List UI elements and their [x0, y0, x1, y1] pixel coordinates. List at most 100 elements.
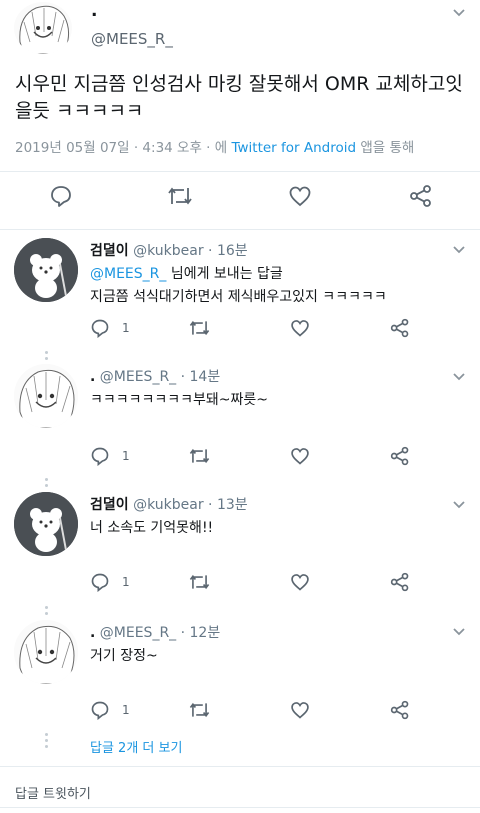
reply-count: 1	[122, 449, 130, 463]
main-tweet-meta: 2019년 05월 07일 · 4:34 오후 · 에 Twitter for …	[15, 136, 414, 156]
retweet-button[interactable]	[188, 572, 211, 592]
retweet-button[interactable]	[188, 318, 211, 338]
reply-time: · 13분	[208, 497, 248, 513]
like-button[interactable]	[290, 318, 310, 338]
share-icon	[390, 700, 409, 720]
retweet-button[interactable]	[188, 700, 211, 720]
thread-connector	[45, 484, 48, 487]
reply-to-mention[interactable]: @MEES_R_	[90, 266, 166, 282]
main-display-name[interactable]: .	[91, 1, 97, 21]
reply-time: · 14분	[180, 369, 221, 385]
reply-options-chevron-icon[interactable]	[452, 372, 466, 382]
reply-count: 1	[122, 703, 130, 717]
reply-button[interactable]	[49, 184, 73, 208]
reply-time: · 12분	[180, 625, 221, 641]
reply-text: 너 소속도 기억못해!!	[90, 520, 214, 536]
retweet-icon	[189, 702, 210, 718]
thread-connector	[45, 478, 48, 481]
reply-action-bar: 1	[90, 572, 420, 594]
reply-text: 지금쯤 석식대기하면서 제식배우고있지 ㅋㅋㅋㅋㅋ	[90, 289, 387, 305]
heart-icon	[291, 702, 309, 719]
reply-action-bar: 1	[90, 700, 420, 722]
show-more-replies-link[interactable]: 답글 2개 더 보기	[90, 737, 182, 756]
reply-options-chevron-icon[interactable]	[452, 245, 466, 255]
share-button[interactable]	[390, 700, 410, 720]
main-action-bar	[0, 182, 480, 212]
thread-connector	[45, 351, 48, 354]
reply-avatar[interactable]	[14, 620, 78, 684]
reply-count: 1	[122, 321, 130, 335]
divider	[0, 171, 480, 172]
divider	[0, 807, 480, 808]
reply-text: ㅋㅋㅋㅋㅋㅋㅋㅋ부돼~짜릇~	[90, 392, 269, 408]
heart-icon	[291, 574, 309, 591]
retweet-icon	[168, 187, 192, 205]
reply-to-suffix: 님에게 보내는 답글	[166, 266, 283, 282]
like-button[interactable]	[288, 184, 312, 208]
reply-icon	[91, 319, 109, 338]
divider	[0, 229, 480, 230]
heart-icon	[291, 320, 309, 337]
reply-display-name[interactable]: 검뎔이	[90, 497, 129, 513]
reply-icon	[51, 186, 71, 207]
reply-avatar[interactable]	[14, 364, 78, 428]
reply-options-chevron-icon[interactable]	[452, 627, 466, 637]
reply-avatar[interactable]	[14, 238, 78, 302]
reply-display-name[interactable]: 검뎔이	[90, 243, 129, 259]
reply-time: · 16분	[208, 243, 248, 259]
share-button[interactable]	[390, 318, 410, 338]
meta-date: 2019년 05월 07일 · 4:34 오후 · 에	[15, 140, 232, 156]
share-button[interactable]	[409, 184, 433, 208]
reply-icon	[91, 701, 109, 720]
reply-count: 1	[122, 575, 130, 589]
tweet-options-chevron-icon[interactable]	[452, 8, 466, 18]
reply-options-chevron-icon[interactable]	[452, 500, 466, 510]
reply-header: 검뎔이 @kukbear · 13분	[90, 494, 248, 514]
heart-icon	[289, 186, 311, 207]
main-avatar[interactable]	[14, 2, 72, 54]
retweet-button[interactable]	[166, 184, 194, 208]
reply-button[interactable]: 1	[90, 700, 130, 720]
like-button[interactable]	[290, 446, 310, 466]
reply-display-name[interactable]: .	[90, 625, 95, 641]
reply-display-name[interactable]: .	[90, 369, 95, 385]
reply-action-bar: 1	[90, 318, 420, 340]
reply-handle[interactable]: @MEES_R_	[100, 369, 176, 385]
share-icon	[390, 446, 409, 466]
reply-header: . @MEES_R_ · 14분	[90, 366, 220, 386]
reply-icon	[91, 573, 109, 592]
thread-connector	[45, 612, 48, 615]
reply-icon	[91, 447, 109, 466]
reply-button[interactable]: 1	[90, 318, 130, 338]
main-handle[interactable]: @MEES_R_	[91, 30, 173, 48]
share-icon	[390, 318, 409, 338]
retweet-icon	[189, 320, 210, 336]
like-button[interactable]	[290, 700, 310, 720]
like-button[interactable]	[290, 572, 310, 592]
thread-connector	[45, 745, 48, 748]
reply-header: . @MEES_R_ · 12분	[90, 622, 220, 642]
divider	[0, 766, 480, 767]
reply-text: 거기 장정~	[90, 648, 158, 664]
share-icon	[390, 572, 409, 592]
retweet-icon	[189, 574, 210, 590]
retweet-button[interactable]	[188, 446, 211, 466]
thread-connector	[45, 357, 48, 360]
thread-connector	[45, 606, 48, 609]
reply-button[interactable]: 1	[90, 446, 130, 466]
reply-compose-input[interactable]: 답글 트윗하기	[15, 783, 91, 802]
thread-connector	[45, 733, 48, 736]
reply-handle[interactable]: @kukbear	[133, 497, 204, 513]
reply-handle[interactable]: @MEES_R_	[100, 625, 176, 641]
meta-suffix: 앱을 통해	[356, 140, 415, 156]
heart-icon	[291, 448, 309, 465]
share-icon	[410, 185, 431, 207]
reply-to-line: @MEES_R_ 님에게 보내는 답글	[90, 263, 283, 283]
reply-button[interactable]: 1	[90, 572, 130, 592]
share-button[interactable]	[390, 572, 410, 592]
share-button[interactable]	[390, 446, 410, 466]
retweet-icon	[189, 448, 210, 464]
reply-avatar[interactable]	[14, 492, 78, 556]
reply-handle[interactable]: @kukbear	[133, 243, 204, 259]
meta-source-link[interactable]: Twitter for Android	[231, 140, 356, 156]
